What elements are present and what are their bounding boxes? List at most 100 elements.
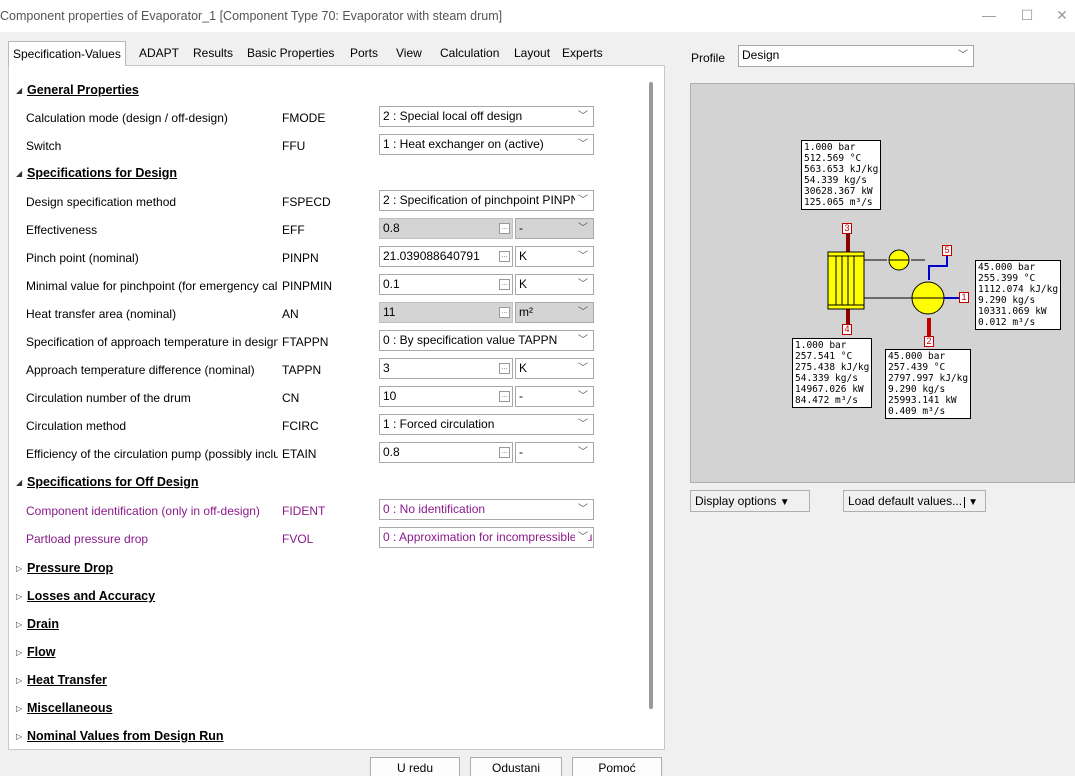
pinpn-unit-select[interactable]: K ﹀ <box>515 246 594 267</box>
section-specifications-design[interactable]: ◢ Specifications for Design <box>16 166 177 180</box>
chevron-down-icon: ﹀ <box>578 111 588 122</box>
an-input[interactable]: 11... <box>379 302 513 323</box>
profile-select[interactable]: Design ﹀ <box>738 45 974 67</box>
eff-input[interactable]: 0.8... <box>379 218 513 239</box>
window-title: Component properties of Evaporator_1 [Co… <box>0 9 503 23</box>
section-general-properties[interactable]: ◢ General Properties <box>16 83 139 97</box>
tappn-unit-select[interactable]: K ﹀ <box>515 358 594 379</box>
chevron-down-icon: ﹀ <box>578 307 588 318</box>
fspecd-select[interactable]: 2 : Specification of pinchpoint PINPN ﹀ <box>379 190 594 211</box>
code-eff: EFF <box>282 223 305 237</box>
cancel-button[interactable]: Odustani <box>470 757 562 776</box>
tab-layout[interactable]: Layout <box>510 41 554 66</box>
pinpmin-input[interactable]: 0.1... <box>379 274 513 295</box>
port-5[interactable]: 5 <box>942 245 952 256</box>
stream-info-1: 45.000 bar 255.399 °C 1112.074 kJ/kg 9.2… <box>975 260 1062 330</box>
code-fvol: FVOL <box>282 532 314 546</box>
ftappn-select[interactable]: 0 : By specification value TAPPN ﹀ <box>379 330 594 351</box>
an-unit-select[interactable]: m² ﹀ <box>515 302 594 323</box>
section-drain[interactable]: ▷ Drain <box>16 617 59 631</box>
port-4[interactable]: 4 <box>842 324 852 335</box>
stream-info-2: 45.000 bar 257.439 °C 2797.997 kJ/kg 9.2… <box>885 349 972 419</box>
dialog-window: Component properties of Evaporator_1 [Co… <box>0 0 1075 776</box>
title-bar: Component properties of Evaporator_1 [Co… <box>0 0 1075 32</box>
label-ftappn: Specification of approach temperature in… <box>26 335 278 349</box>
chevron-down-icon: ﹀ <box>958 50 968 61</box>
chevron-down-icon: ﹀ <box>578 419 588 430</box>
collapse-arrow-icon: ◢ <box>16 478 23 487</box>
tab-ports[interactable]: Ports <box>346 41 382 66</box>
chevron-down-icon: ﹀ <box>575 191 588 210</box>
blue-pipe <box>928 256 948 280</box>
tab-calculation[interactable]: Calculation <box>436 41 503 66</box>
chevron-down-icon: ﹀ <box>578 447 588 458</box>
port-3[interactable]: 3 <box>842 223 852 234</box>
section-heat-transfer[interactable]: ▷ Heat Transfer <box>16 673 107 687</box>
ellipsis-button[interactable]: ... <box>499 251 510 262</box>
fmode-select[interactable]: 2 : Special local off design ﹀ <box>379 106 594 127</box>
fcirc-select[interactable]: 1 : Forced circulation ﹀ <box>379 414 594 435</box>
label-an: Heat transfer area (nominal) <box>26 307 177 321</box>
section-losses-accuracy[interactable]: ▷ Losses and Accuracy <box>16 589 155 603</box>
load-default-values-button[interactable]: Load default values... ▼ <box>843 490 986 512</box>
label-fcirc: Circulation method <box>26 419 127 433</box>
tappn-input[interactable]: 3... <box>379 358 513 379</box>
label-ffu: Switch <box>26 139 62 153</box>
section-miscellaneous[interactable]: ▷ Miscellaneous <box>16 701 112 715</box>
tab-view[interactable]: View <box>392 41 426 66</box>
tab-experts[interactable]: Experts <box>558 41 607 66</box>
label-fspecd: Design specification method <box>26 195 177 209</box>
maximize-icon[interactable]: ☐ <box>1013 4 1041 26</box>
tab-results[interactable]: Results <box>189 41 237 66</box>
help-button[interactable]: Pomoć <box>572 757 662 776</box>
chevron-down-icon: ﹀ <box>578 363 588 374</box>
label-eff: Effectiveness <box>26 223 98 237</box>
ellipsis-button[interactable]: ... <box>499 307 510 318</box>
chevron-down-icon: ﹀ <box>578 391 588 402</box>
section-nominal-values[interactable]: ▷ Nominal Values from Design Run <box>16 729 224 743</box>
code-ffu: FFU <box>282 139 306 153</box>
section-specifications-offdesign[interactable]: ◢ Specifications for Off Design <box>16 475 199 489</box>
ok-button[interactable]: U redu <box>370 757 460 776</box>
code-cn: CN <box>282 391 300 405</box>
ellipsis-button[interactable]: ... <box>499 363 510 374</box>
label-pinpmin: Minimal value for pinchpoint (for emerge… <box>26 279 278 293</box>
chevron-down-icon: ﹀ <box>578 335 588 346</box>
code-fspecd: FSPECD <box>282 195 331 209</box>
eff-unit-select[interactable]: - ﹀ <box>515 218 594 239</box>
ffu-select[interactable]: 1 : Heat exchanger on (active) ﹀ <box>379 134 594 155</box>
cn-input[interactable]: 10... <box>379 386 513 407</box>
label-fvol: Partload pressure drop <box>26 532 149 546</box>
dropdown-arrow-icon: ▼ <box>779 497 790 508</box>
cn-unit-select[interactable]: - ﹀ <box>515 386 594 407</box>
fvol-select[interactable]: 0 : Approximation for incompressible flu… <box>379 527 594 548</box>
etain-unit-select[interactable]: - ﹀ <box>515 442 594 463</box>
tab-basic-properties[interactable]: Basic Properties <box>243 41 338 66</box>
component-diagram: 1.000 bar 512.569 °C 563.653 kJ/kg 54.33… <box>690 83 1075 483</box>
code-fident: FIDENT <box>282 504 326 518</box>
tab-specification-values[interactable]: Specification-Values <box>8 41 126 66</box>
expand-arrow-icon: ▷ <box>16 564 23 573</box>
section-pressure-drop[interactable]: ▷ Pressure Drop <box>16 561 113 575</box>
ellipsis-button[interactable]: ... <box>499 447 510 458</box>
pinpmin-unit-select[interactable]: K ﹀ <box>515 274 594 295</box>
label-cn: Circulation number of the drum <box>26 391 191 405</box>
collapse-arrow-icon: ◢ <box>16 169 23 178</box>
fident-select[interactable]: 0 : No identification ﹀ <box>379 499 594 520</box>
ellipsis-button[interactable]: ... <box>499 279 510 290</box>
minimize-icon[interactable]: — <box>975 4 1003 26</box>
display-options-button[interactable]: Display options ▼ <box>690 490 810 512</box>
port-2[interactable]: 2 <box>924 336 934 347</box>
label-pinpn: Pinch point (nominal) <box>26 251 139 265</box>
ellipsis-button[interactable]: ... <box>499 391 510 402</box>
port-1[interactable]: 1 <box>959 292 969 303</box>
close-icon[interactable]: ✕ <box>1048 4 1075 26</box>
tab-adapt[interactable]: ADAPT <box>135 41 183 66</box>
vertical-scrollbar[interactable] <box>649 82 653 709</box>
ellipsis-button[interactable]: ... <box>499 223 510 234</box>
etain-input[interactable]: 0.8... <box>379 442 513 463</box>
chevron-down-icon: ﹀ <box>578 504 588 515</box>
label-tappn: Approach temperature difference (nominal… <box>26 363 255 377</box>
section-flow[interactable]: ▷ Flow <box>16 645 55 659</box>
pinpn-input[interactable]: 21.039088640791... <box>379 246 513 267</box>
